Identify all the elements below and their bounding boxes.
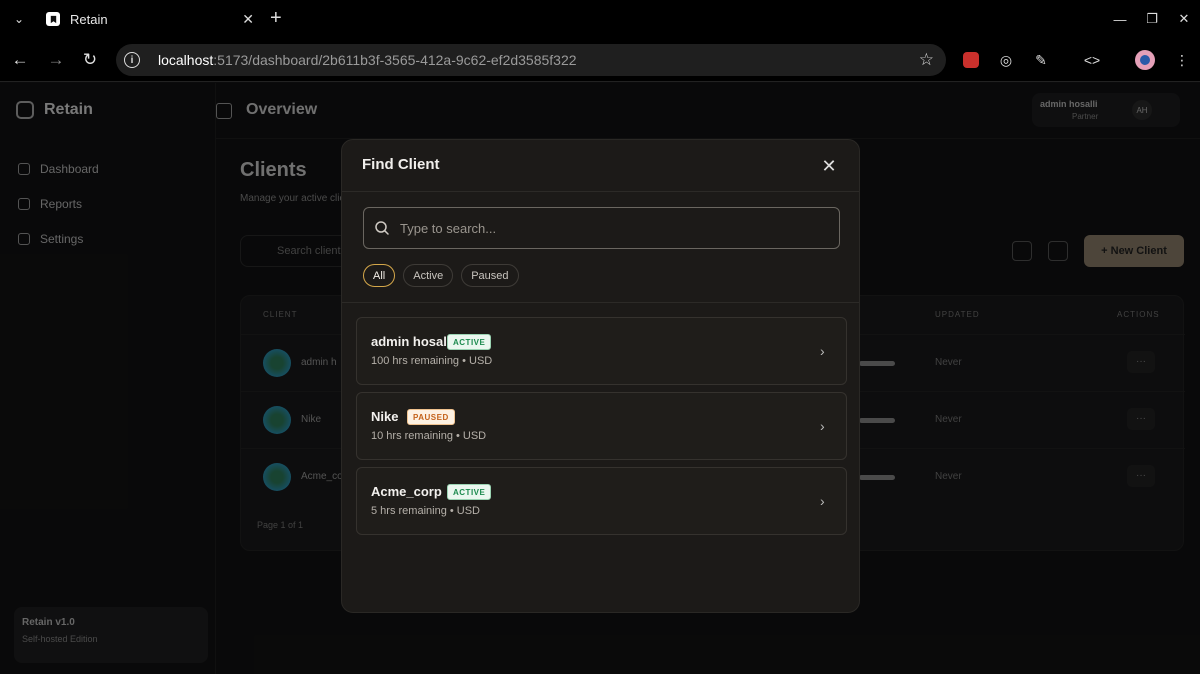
- client-name: admin hosalli: [371, 334, 455, 349]
- chevron-right-icon: ›: [820, 418, 825, 434]
- tab-title: Retain: [70, 11, 108, 27]
- window-controls: — ❐ ✕: [1104, 0, 1200, 38]
- status-badge: PAUSED: [407, 409, 455, 425]
- chevron-right-icon: ›: [820, 343, 825, 359]
- url-text: localhost:5173/dashboard/2b611b3f-3565-4…: [158, 52, 577, 68]
- minimize-icon[interactable]: —: [1104, 12, 1136, 27]
- bookmark-star-icon[interactable]: ☆: [919, 50, 934, 70]
- reload-icon[interactable]: ↻: [78, 48, 102, 72]
- find-client-modal: Find Client ✕ All Active Paused admin ho…: [341, 139, 860, 613]
- forward-icon[interactable]: →: [44, 48, 68, 72]
- browser-toolbar: ← → ↻ i localhost:5173/dashboard/2b611b3…: [0, 38, 1200, 82]
- client-result-item[interactable]: Nike PAUSED 10 hrs remaining • USD ›: [356, 392, 847, 460]
- client-meta: 5 hrs remaining • USD: [371, 505, 481, 517]
- browser-tab[interactable]: Retain ✕: [38, 4, 262, 34]
- client-name: Acme_corp: [371, 484, 442, 499]
- filter-paused[interactable]: Paused: [461, 264, 519, 287]
- close-icon[interactable]: ✕: [819, 156, 839, 176]
- browser-menu-icon[interactable]: ⋮: [1172, 50, 1192, 70]
- profile-avatar[interactable]: [1135, 50, 1155, 70]
- client-meta: 100 hrs remaining • USD: [371, 355, 493, 367]
- status-filters: All Active Paused: [363, 264, 519, 287]
- modal-title: Find Client: [362, 156, 440, 173]
- tab-search-chevron-icon[interactable]: ⌄: [0, 0, 38, 38]
- status-badge: ACTIVE: [447, 334, 492, 350]
- address-bar[interactable]: i localhost:5173/dashboard/2b611b3f-3565…: [116, 44, 946, 76]
- devtools-code-icon[interactable]: <>: [1082, 50, 1102, 70]
- browser-tabbar: ⌄ Retain ✕ + — ❐ ✕: [0, 0, 1200, 38]
- chevron-right-icon: ›: [820, 493, 825, 509]
- site-info-icon[interactable]: i: [124, 52, 140, 68]
- extension-target-icon[interactable]: ◎: [996, 50, 1016, 70]
- extensions-puzzle-icon[interactable]: ✎: [1031, 50, 1051, 70]
- tab-close-icon[interactable]: ✕: [242, 11, 254, 28]
- extension-red-icon[interactable]: [963, 52, 979, 68]
- search-icon: [375, 221, 389, 235]
- filter-all[interactable]: All: [363, 264, 396, 287]
- divider: [342, 302, 859, 303]
- restore-icon[interactable]: ❐: [1136, 11, 1168, 27]
- client-result-item[interactable]: admin hosalli ACTIVE 100 hrs remaining •…: [356, 317, 847, 385]
- client-meta: 10 hrs remaining • USD: [371, 430, 487, 442]
- client-search-box[interactable]: [363, 207, 840, 249]
- close-window-icon[interactable]: ✕: [1168, 11, 1200, 27]
- status-badge: ACTIVE: [447, 484, 492, 500]
- client-result-item[interactable]: Acme_corp ACTIVE 5 hrs remaining • USD ›: [356, 467, 847, 535]
- modal-header: Find Client ✕: [342, 140, 859, 192]
- back-icon[interactable]: ←: [8, 48, 32, 72]
- new-tab-icon[interactable]: +: [270, 8, 282, 28]
- filter-active[interactable]: Active: [403, 264, 454, 287]
- client-results-list: admin hosalli ACTIVE 100 hrs remaining •…: [356, 317, 847, 542]
- retain-favicon-icon: [46, 12, 60, 26]
- client-name: Nike: [371, 409, 399, 424]
- search-input[interactable]: [400, 213, 839, 243]
